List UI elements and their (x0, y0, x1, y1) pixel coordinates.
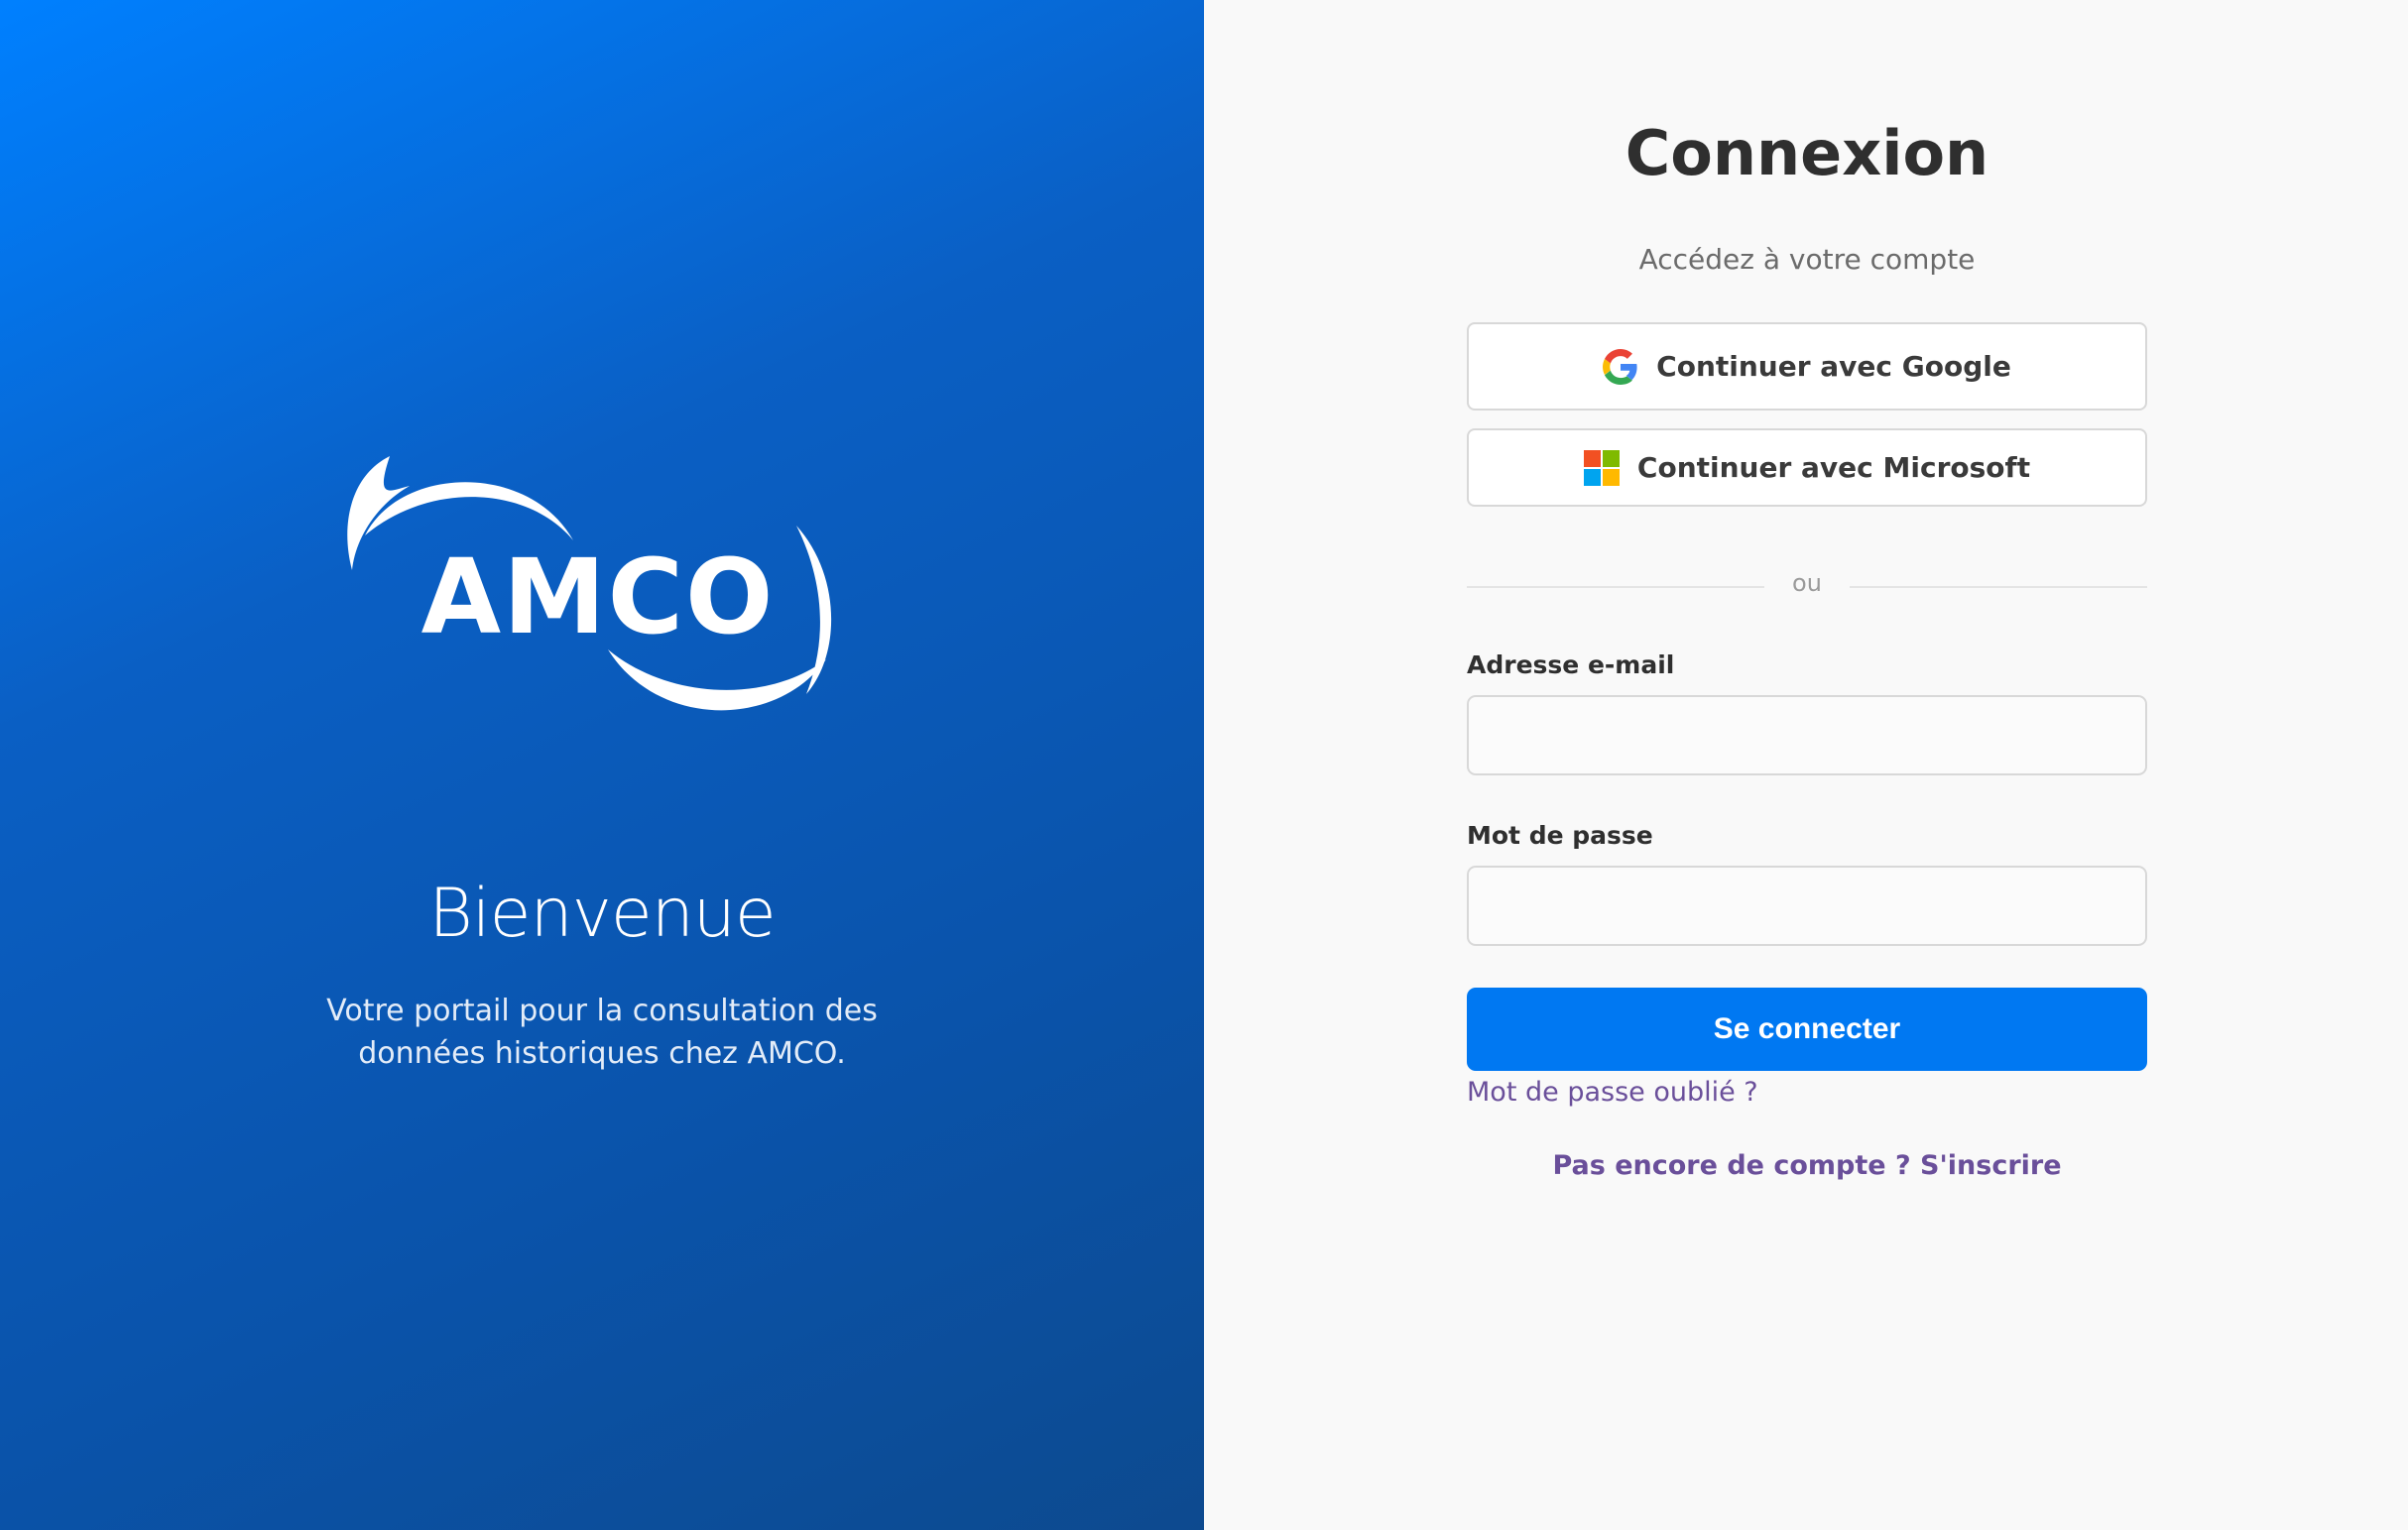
login-panel: Connexion Accédez à votre compte Continu… (1204, 0, 2408, 1530)
welcome-tagline: Votre portail pour la consultation des d… (326, 994, 878, 1071)
email-field[interactable] (1467, 695, 2147, 775)
or-divider: ou (1467, 569, 2147, 605)
amco-logo-text: AMCO (421, 536, 776, 657)
welcome-heading: Bienvenue (428, 875, 776, 953)
google-button-label: Continuer avec Google (1656, 350, 2011, 383)
password-label: Mot de passe (1467, 821, 1653, 850)
brand-panel: AMCO Bienvenue Votre portail pour la con… (0, 0, 1204, 1530)
microsoft-button-label: Continuer avec Microsoft (1636, 451, 2031, 484)
google-icon (1603, 348, 1637, 385)
signup-link[interactable]: Pas encore de compte ? S'inscrire (1467, 1150, 2147, 1181)
microsoft-icon (1583, 449, 1620, 486)
forgot-password-link[interactable]: Mot de passe oublié ? (1467, 1077, 1758, 1108)
page-subtitle: Accédez à votre compte (1638, 243, 1976, 276)
signin-button[interactable]: Se connecter (1467, 988, 2147, 1071)
amco-logo: AMCO (347, 456, 832, 711)
email-label: Adresse e-mail (1467, 650, 1675, 679)
divider-line-right (1850, 586, 2147, 588)
password-field[interactable] (1467, 866, 2147, 946)
page-title: Connexion (1625, 117, 1989, 189)
microsoft-signin-button[interactable]: Continuer avec Microsoft (1467, 428, 2147, 507)
divider-text: ou (1792, 569, 1822, 597)
google-signin-button[interactable]: Continuer avec Google (1467, 322, 2147, 411)
